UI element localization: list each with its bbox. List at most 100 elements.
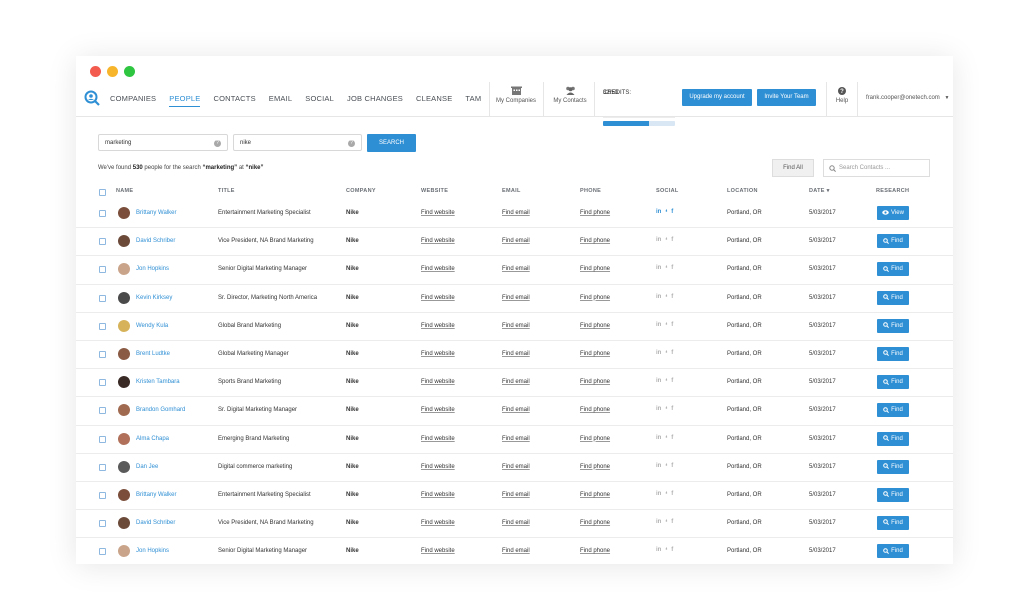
find-button[interactable]: Find — [877, 318, 909, 333]
row-checkbox[interactable] — [99, 379, 106, 387]
help-button[interactable]: ? Help — [817, 87, 867, 104]
person-name-link[interactable]: Brittany Walker — [136, 210, 176, 216]
facebook-icon[interactable]: f — [671, 350, 673, 357]
nav-item-cleanse[interactable]: CLEANSE — [416, 94, 452, 107]
nav-item-social[interactable]: SOCIAL — [305, 94, 334, 107]
column-date[interactable]: DATE ▾ — [809, 188, 830, 194]
find-all-button[interactable]: Find All — [772, 159, 814, 177]
find-website-link[interactable]: Find website — [421, 520, 455, 526]
facebook-icon[interactable]: f — [671, 463, 673, 470]
find-email-link[interactable]: Find email — [502, 295, 530, 301]
linkedin-icon[interactable]: in — [656, 350, 661, 357]
find-website-link[interactable]: Find website — [421, 238, 455, 244]
column-name[interactable]: NAME — [116, 188, 133, 194]
nav-item-email[interactable]: EMAIL — [269, 94, 293, 107]
find-phone-link[interactable]: Find phone — [580, 238, 610, 244]
minimize-window-button[interactable] — [107, 66, 118, 77]
company-search-input[interactable]: nike ? — [233, 134, 362, 151]
facebook-icon[interactable]: f — [671, 491, 673, 498]
person-name-link[interactable]: Alma Chapa — [136, 436, 169, 442]
linkedin-icon[interactable]: in — [656, 406, 661, 413]
column-website[interactable]: WEBSITE — [421, 188, 448, 194]
find-email-link[interactable]: Find email — [502, 266, 530, 272]
row-checkbox[interactable] — [99, 266, 106, 274]
twitter-icon[interactable]: ❛ — [665, 237, 667, 244]
find-email-link[interactable]: Find email — [502, 436, 530, 442]
find-website-link[interactable]: Find website — [421, 323, 455, 329]
find-phone-link[interactable]: Find phone — [580, 492, 610, 498]
find-website-link[interactable]: Find website — [421, 548, 455, 554]
find-website-link[interactable]: Find website — [421, 436, 455, 442]
column-phone[interactable]: PHONE — [580, 188, 601, 194]
find-email-link[interactable]: Find email — [502, 492, 530, 498]
find-button[interactable]: Find — [877, 403, 909, 418]
my-contacts-button[interactable]: My Contacts — [545, 86, 595, 104]
linkedin-icon[interactable]: in — [656, 265, 661, 272]
row-checkbox[interactable] — [99, 548, 106, 556]
help-icon[interactable]: ? — [348, 140, 355, 147]
user-menu[interactable]: frank.cooper@onetech.com ▼ — [866, 95, 949, 101]
row-checkbox[interactable] — [99, 520, 106, 528]
facebook-icon[interactable]: f — [671, 547, 673, 554]
nav-item-tam[interactable]: TAM — [465, 94, 481, 107]
person-name-link[interactable]: Jon Hopkins — [136, 548, 169, 554]
find-button[interactable]: Find — [877, 234, 909, 249]
find-email-link[interactable]: Find email — [502, 351, 530, 357]
column-title[interactable]: TITLE — [218, 188, 235, 194]
row-checkbox[interactable] — [99, 322, 106, 330]
twitter-icon[interactable]: ❛ — [665, 322, 667, 329]
person-name-link[interactable]: Dan Jee — [136, 464, 158, 470]
select-all-checkbox[interactable] — [99, 189, 106, 196]
twitter-icon[interactable]: ❛ — [665, 265, 667, 272]
find-email-link[interactable]: Find email — [502, 379, 530, 385]
find-website-link[interactable]: Find website — [421, 379, 455, 385]
twitter-icon[interactable]: ❛ — [665, 406, 667, 413]
close-window-button[interactable] — [90, 66, 101, 77]
person-name-link[interactable]: David Schriber — [136, 520, 175, 526]
find-email-link[interactable]: Find email — [502, 323, 530, 329]
find-phone-link[interactable]: Find phone — [580, 548, 610, 554]
facebook-icon[interactable]: f — [671, 519, 673, 526]
find-button[interactable]: Find — [877, 346, 909, 361]
person-name-link[interactable]: Kristen Tambara — [136, 379, 180, 385]
find-phone-link[interactable]: Find phone — [580, 407, 610, 413]
row-checkbox[interactable] — [99, 294, 106, 302]
logo-icon[interactable] — [84, 90, 100, 106]
find-website-link[interactable]: Find website — [421, 295, 455, 301]
twitter-icon[interactable]: ❛ — [665, 294, 667, 301]
find-website-link[interactable]: Find website — [421, 351, 455, 357]
nav-item-contacts[interactable]: CONTACTS — [213, 94, 255, 107]
find-website-link[interactable]: Find website — [421, 464, 455, 470]
facebook-icon[interactable]: f — [671, 322, 673, 329]
row-checkbox[interactable] — [99, 463, 106, 471]
find-button[interactable]: Find — [877, 459, 909, 474]
row-checkbox[interactable] — [99, 350, 106, 358]
find-button[interactable]: Find — [877, 431, 909, 446]
find-button[interactable]: Find — [877, 375, 909, 390]
facebook-icon[interactable]: f — [671, 237, 673, 244]
linkedin-icon[interactable]: in — [656, 378, 661, 385]
contacts-search-input[interactable]: Search Contacts ... — [823, 159, 930, 177]
twitter-icon[interactable]: ❛ — [665, 519, 667, 526]
person-name-link[interactable]: David Schriber — [136, 238, 175, 244]
row-checkbox[interactable] — [99, 407, 106, 415]
find-email-link[interactable]: Find email — [502, 407, 530, 413]
find-email-link[interactable]: Find email — [502, 238, 530, 244]
find-website-link[interactable]: Find website — [421, 210, 455, 216]
person-name-link[interactable]: Wendy Kula — [136, 323, 168, 329]
facebook-icon[interactable]: f — [671, 435, 673, 442]
find-website-link[interactable]: Find website — [421, 492, 455, 498]
find-button[interactable]: Find — [877, 516, 909, 531]
person-name-link[interactable]: Brittany Walker — [136, 492, 176, 498]
twitter-icon[interactable]: ❛ — [665, 350, 667, 357]
linkedin-icon[interactable]: in — [656, 519, 661, 526]
find-website-link[interactable]: Find website — [421, 266, 455, 272]
column-email[interactable]: EMAIL — [502, 188, 521, 194]
my-companies-button[interactable]: My Companies — [491, 86, 541, 104]
linkedin-icon[interactable]: in — [656, 435, 661, 442]
invite-team-button[interactable]: Invite Your Team — [757, 89, 816, 106]
find-email-link[interactable]: Find email — [502, 548, 530, 554]
find-email-link[interactable]: Find email — [502, 520, 530, 526]
find-button[interactable]: Find — [877, 487, 909, 502]
nav-item-people[interactable]: PEOPLE — [169, 94, 201, 107]
